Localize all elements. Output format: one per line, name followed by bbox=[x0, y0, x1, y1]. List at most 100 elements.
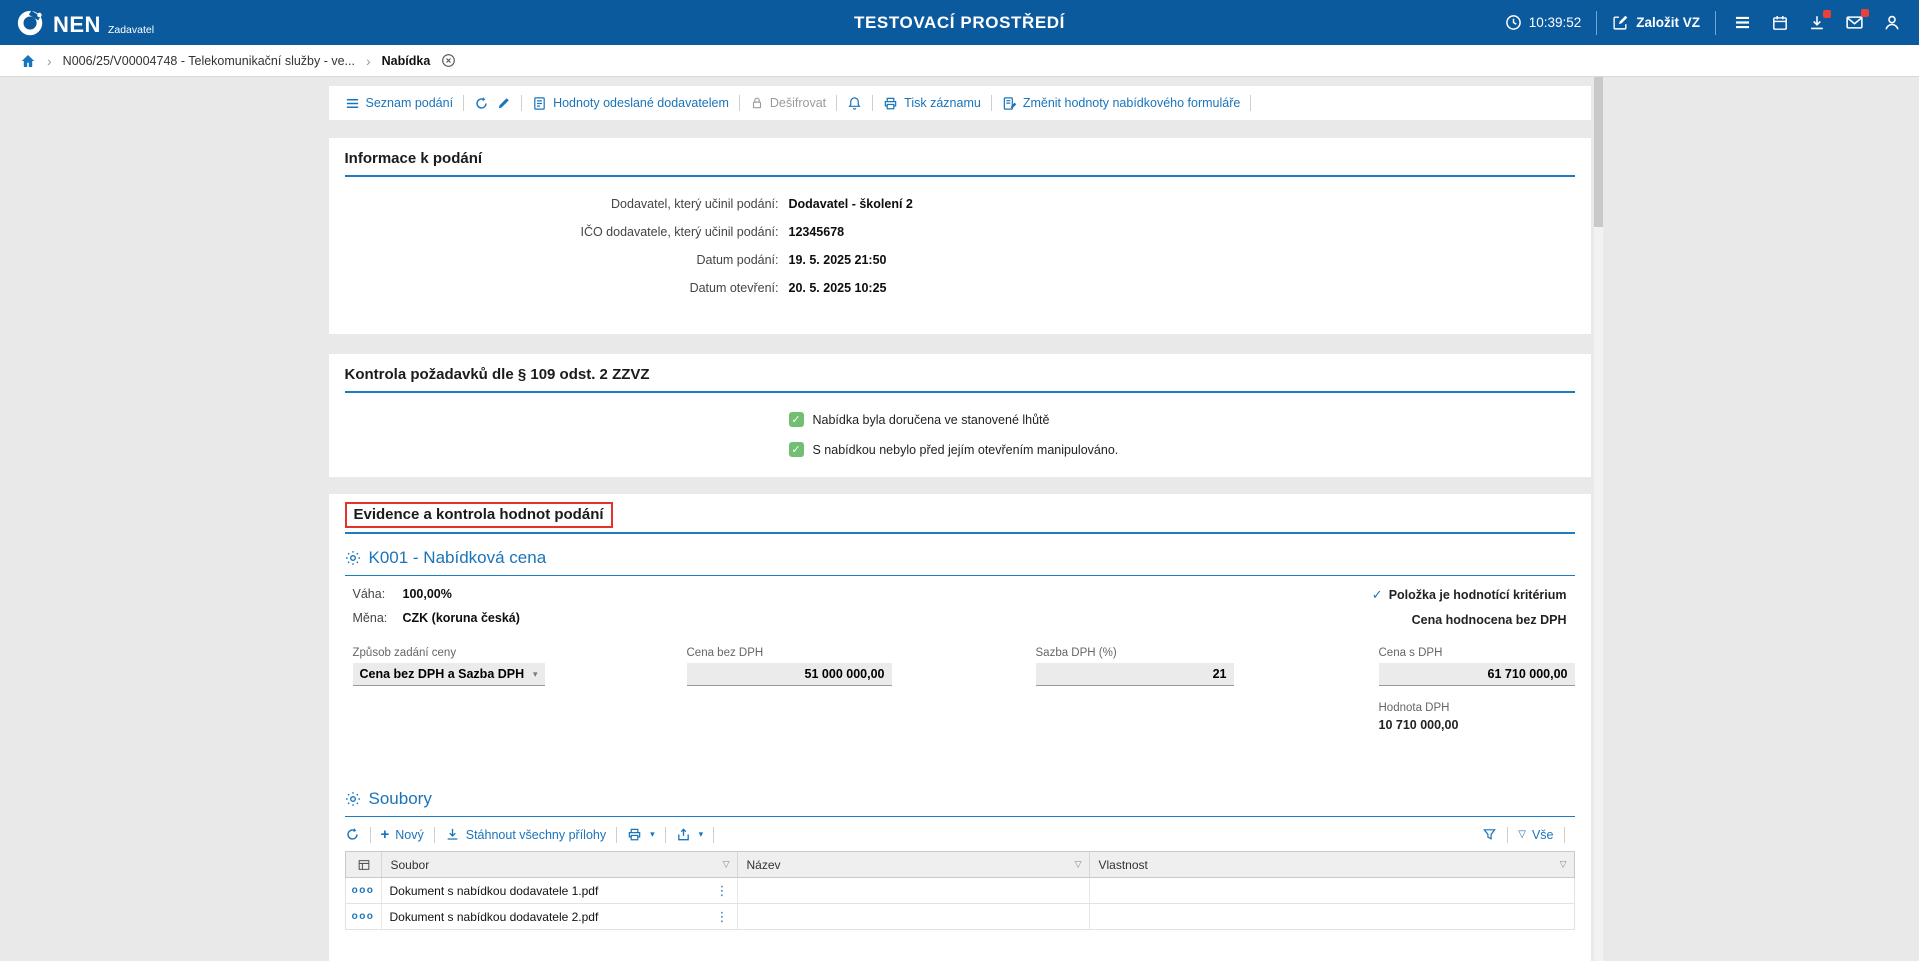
clock-icon bbox=[1505, 14, 1522, 31]
kebab-menu-icon[interactable]: ⋮ bbox=[716, 883, 729, 899]
cena-s-dph-input[interactable]: 61 710 000,00 bbox=[1379, 663, 1575, 686]
files-print-button[interactable]: ▾ bbox=[627, 827, 655, 842]
vlastnost-cell bbox=[1090, 878, 1574, 903]
export-icon bbox=[676, 827, 691, 842]
column-header-nazev[interactable]: Název ▽ bbox=[738, 852, 1090, 877]
row-menu-icon[interactable]: ooo bbox=[352, 885, 375, 896]
chevron-down-icon: ▾ bbox=[650, 829, 655, 840]
notification-badge bbox=[1823, 10, 1831, 18]
field-label: Hodnota DPH bbox=[1379, 702, 1575, 714]
cena-s-dph-field: Cena s DPH 61 710 000,00 Hodnota DPH 10 … bbox=[1379, 647, 1575, 732]
divider bbox=[434, 827, 435, 843]
hodnoty-odeslane-button[interactable]: Hodnoty odeslané dodavatelem bbox=[532, 96, 729, 111]
close-tab-button[interactable] bbox=[441, 53, 456, 68]
file-name-cell[interactable]: Dokument s nabídkou dodavatele 2.pdf ⋮ bbox=[382, 904, 738, 929]
edit-button[interactable] bbox=[497, 96, 511, 110]
k001-header: K001 - Nabídková cena bbox=[345, 534, 1575, 576]
scrollbar-thumb[interactable] bbox=[1594, 77, 1603, 227]
field-value: 20. 5. 2025 10:25 bbox=[789, 281, 887, 295]
info-row: Datum podání: 19. 5. 2025 21:50 bbox=[345, 253, 1575, 267]
calendar-button[interactable] bbox=[1769, 12, 1791, 34]
sazba-dph-field: Sazba DPH (%) 21 bbox=[1036, 647, 1234, 686]
filter-triangle-icon[interactable]: ▽ bbox=[1560, 859, 1567, 870]
files-gear-icon bbox=[345, 791, 361, 807]
novy-button[interactable]: + Nový bbox=[381, 826, 424, 843]
nen-logo[interactable]: NEN Zadavatel bbox=[16, 8, 154, 38]
divider bbox=[1596, 11, 1597, 35]
divider bbox=[521, 95, 522, 111]
row-menu-icon[interactable]: ooo bbox=[352, 911, 375, 922]
divider bbox=[739, 95, 740, 111]
filter-triangle-icon[interactable]: ▽ bbox=[1075, 859, 1082, 870]
section-title: Kontrola požadavků dle § 109 odst. 2 ZZV… bbox=[345, 354, 1575, 393]
profile-button[interactable] bbox=[1881, 12, 1903, 34]
vaha-row: Váha: 100,00% bbox=[353, 587, 520, 601]
info-row: Dodavatel, který učinil podání: Dodavate… bbox=[345, 197, 1575, 211]
home-button[interactable] bbox=[20, 53, 36, 69]
sazba-dph-input[interactable]: 21 bbox=[1036, 663, 1234, 686]
refresh-icon bbox=[474, 96, 489, 111]
notifications-button[interactable] bbox=[847, 96, 862, 111]
mena-value: CZK (koruna česká) bbox=[403, 611, 520, 625]
brand-name: NEN bbox=[53, 12, 101, 38]
k001-form: Způsob zadání ceny Cena bez DPH a Sazba … bbox=[345, 647, 1575, 765]
field-value: Dodavatel - školení 2 bbox=[789, 197, 913, 211]
file-row[interactable]: ooo Dokument s nabídkou dodavatele 2.pdf… bbox=[345, 904, 1575, 930]
create-vz-label: Založit VZ bbox=[1636, 15, 1700, 30]
clipboard-icon bbox=[532, 96, 547, 111]
seznam-podani-button[interactable]: Seznam podání bbox=[345, 96, 454, 111]
files-refresh-button[interactable] bbox=[345, 827, 360, 842]
filter-funnel-button[interactable] bbox=[1482, 827, 1497, 842]
vertical-scrollbar[interactable] bbox=[1594, 77, 1603, 961]
server-time-value: 10:39:52 bbox=[1529, 15, 1582, 30]
field-label: Cena bez DPH bbox=[687, 647, 892, 659]
breadcrumb-contract[interactable]: N006/25/V00004748 - Telekomunikační služ… bbox=[63, 54, 355, 68]
field-value: 12345678 bbox=[789, 225, 845, 239]
home-icon bbox=[20, 53, 36, 69]
hodnota-dph-value: 10 710 000,00 bbox=[1379, 718, 1575, 732]
vse-filter-button[interactable]: ▽ Vše bbox=[1518, 828, 1553, 842]
row-cell: ooo bbox=[346, 878, 382, 903]
filter-triangle-icon[interactable]: ▽ bbox=[723, 859, 730, 870]
brand-role: Zadavatel bbox=[108, 24, 154, 36]
section-evidence-hodnot: Evidence a kontrola hodnot podání K001 -… bbox=[329, 494, 1591, 961]
divider bbox=[991, 95, 992, 111]
file-name-cell[interactable]: Dokument s nabídkou dodavatele 1.pdf ⋮ bbox=[382, 878, 738, 903]
kebab-menu-icon[interactable]: ⋮ bbox=[716, 909, 729, 925]
chevron-down-icon: ▾ bbox=[699, 829, 704, 840]
messages-button[interactable] bbox=[1843, 11, 1866, 34]
refresh-button[interactable] bbox=[474, 96, 489, 111]
seznam-podani-label: Seznam podání bbox=[366, 96, 454, 110]
select-value: Cena bez DPH a Sazba DPH bbox=[360, 663, 525, 685]
breadcrumb-tab-nabidka[interactable]: Nabídka bbox=[382, 54, 431, 68]
printer-icon bbox=[883, 96, 898, 111]
nen-logo-icon bbox=[16, 8, 46, 38]
zmenit-hodnoty-button[interactable]: Změnit hodnoty nabídkového formuláře bbox=[1002, 96, 1241, 111]
tisk-zaznamu-button[interactable]: Tisk záznamu bbox=[883, 96, 981, 111]
hodnota-dph-field: Hodnota DPH 10 710 000,00 bbox=[1379, 702, 1575, 732]
table-settings-cell[interactable] bbox=[346, 852, 382, 877]
main-menu-button[interactable] bbox=[1731, 11, 1754, 34]
create-vz-button[interactable]: Založit VZ bbox=[1612, 14, 1700, 31]
zpusob-zadani-select[interactable]: Cena bez DPH a Sazba DPH ▾ bbox=[353, 663, 545, 686]
field-value: 19. 5. 2025 21:50 bbox=[789, 253, 887, 267]
cena-bez-dph-input[interactable]: 51 000 000,00 bbox=[687, 663, 892, 686]
vaha-value: 100,00% bbox=[403, 587, 452, 601]
info-rows: Dodavatel, který učinil podání: Dodavate… bbox=[345, 177, 1575, 315]
desifrovat-button[interactable]: Dešifrovat bbox=[750, 96, 826, 110]
zmenit-hodnoty-label: Změnit hodnoty nabídkového formuláře bbox=[1023, 96, 1241, 110]
stahnout-prilohy-button[interactable]: Stáhnout všechny přílohy bbox=[445, 827, 606, 842]
vse-label: Vše bbox=[1532, 828, 1554, 842]
field-label: IČO dodavatele, který učinil podání: bbox=[345, 225, 779, 239]
refresh-icon bbox=[345, 827, 360, 842]
downloads-button[interactable] bbox=[1806, 12, 1828, 34]
divider bbox=[713, 827, 714, 843]
column-header-soubor[interactable]: Soubor ▽ bbox=[382, 852, 738, 877]
files-export-button[interactable]: ▾ bbox=[676, 827, 704, 842]
list-icon bbox=[345, 96, 360, 111]
file-row[interactable]: ooo Dokument s nabídkou dodavatele 1.pdf… bbox=[345, 878, 1575, 904]
record-page: Seznam podání Hodnoty odeslané dodavatel… bbox=[329, 77, 1591, 961]
section-informace-k-podani: Informace k podání Dodavatel, který učin… bbox=[329, 138, 1591, 334]
divider bbox=[1715, 11, 1716, 35]
column-header-vlastnost[interactable]: Vlastnost ▽ bbox=[1090, 852, 1574, 877]
